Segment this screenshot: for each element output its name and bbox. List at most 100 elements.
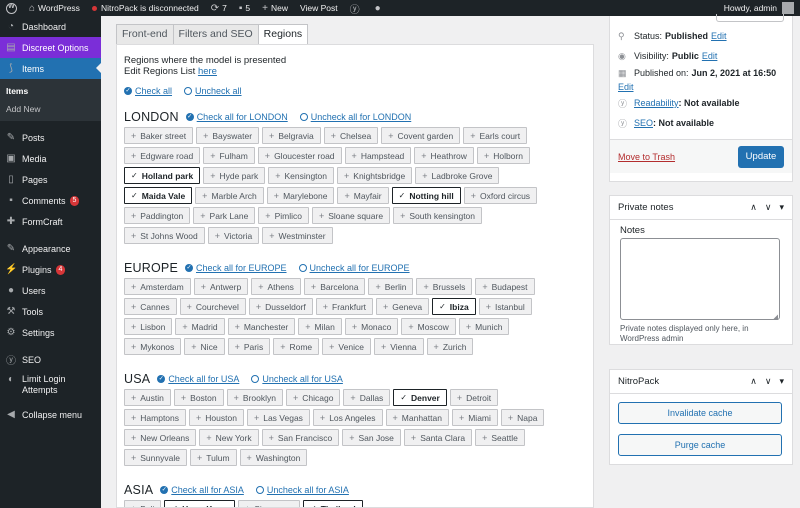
sidebar-item-seo[interactable]: ⓨ SEO — [0, 349, 101, 370]
check-all-link[interactable]: ✓ Check all — [124, 86, 172, 96]
region-tag-belgravia[interactable]: + Belgravia — [262, 127, 321, 144]
invalidate-cache-button[interactable]: Invalidate cache — [618, 402, 782, 424]
region-tag-moscow[interactable]: + Moscow — [401, 318, 456, 335]
region-tag-hamptons[interactable]: + Hamptons — [124, 409, 187, 426]
region-tag-hyde-park[interactable]: + Hyde park — [203, 167, 266, 184]
submenu-add-new[interactable]: Add New — [0, 100, 101, 118]
region-tag-monaco[interactable]: + Monaco — [344, 318, 399, 335]
region-tag-heathrow[interactable]: + Heathrow — [414, 147, 474, 164]
region-tag-hampstead[interactable]: + Hampstead — [344, 147, 412, 164]
sidebar-item-posts[interactable]: ✎ Posts — [0, 127, 101, 148]
move-up-icon[interactable]: ∧ — [750, 202, 757, 213]
region-tag-pimlico[interactable]: + Pimlico — [258, 207, 309, 224]
region-tag-berlin[interactable]: + Berlin — [368, 278, 414, 295]
tab-regions[interactable]: Regions — [257, 24, 309, 44]
preview-button[interactable] — [716, 14, 784, 22]
region-tag-kensington[interactable]: + Kensington — [268, 167, 335, 184]
check-all-region-link[interactable]: ✓ Check all for ASIA — [160, 485, 244, 495]
tab-filters-seo[interactable]: Filters and SEO — [172, 24, 259, 44]
region-tag-budapest[interactable]: + Budapest — [475, 278, 535, 295]
uncheck-all-region-link[interactable]: Uncheck all for LONDON — [299, 112, 411, 122]
move-down-icon[interactable]: ∨ — [765, 376, 772, 387]
region-tag-athens[interactable]: + Athens — [251, 278, 301, 295]
region-tag-new-orleans[interactable]: + New Orleans — [124, 429, 197, 446]
comments-link[interactable]: ▪ 5 — [233, 0, 256, 16]
resize-handle-icon[interactable]: ◢ — [773, 313, 778, 321]
sidebar-item-appearance[interactable]: ✎ Appearance — [0, 238, 101, 259]
region-tag-san-francisco[interactable]: + San Francisco — [261, 429, 340, 446]
region-tag-fulham[interactable]: + Fulham — [203, 147, 255, 164]
region-tag-manchester[interactable]: + Manchester — [227, 318, 296, 335]
region-tag-holborn[interactable]: + Holborn — [476, 147, 530, 164]
region-tag-santa-clara[interactable]: + Santa Clara — [403, 429, 473, 446]
region-tag-napa[interactable]: + Napa — [500, 409, 545, 426]
region-tag-st-johns-wood[interactable]: + St Johns Wood — [124, 227, 205, 244]
region-tag-baker-street[interactable]: + Baker street — [124, 127, 194, 144]
sidebar-item-users[interactable]: ● Users — [0, 280, 101, 301]
sidebar-item-comments[interactable]: ▪ Comments 5 — [0, 190, 101, 211]
edit-status-link[interactable]: Edit — [711, 31, 727, 41]
region-tag-bayswater[interactable]: + Bayswater — [196, 127, 260, 144]
region-tag-venice[interactable]: + Venice — [322, 338, 371, 355]
site-name-link[interactable]: ⌂ WordPress — [23, 0, 86, 16]
uncheck-all-region-link[interactable]: Uncheck all for ASIA — [255, 485, 349, 495]
uncheck-all-link[interactable]: Uncheck all — [184, 86, 242, 96]
region-tag-lisbon[interactable]: + Lisbon — [124, 318, 173, 335]
check-all-region-link[interactable]: ✓ Check all for EUROPE — [185, 263, 287, 273]
sidebar-item-discreet-options[interactable]: ▤ Discreet Options — [0, 37, 101, 58]
move-to-trash-link[interactable]: Move to Trash — [618, 152, 675, 162]
region-tag-thailand[interactable]: ✓Thailand — [302, 500, 363, 507]
region-tag-south-kensington[interactable]: + South kensington — [393, 207, 483, 224]
region-tag-sloane-square[interactable]: + Sloane square — [311, 207, 391, 224]
region-tag-washington[interactable]: + Washington — [239, 449, 308, 466]
region-tag-marble-arch[interactable]: + Marble Arch — [195, 187, 264, 204]
region-tag-vienna[interactable]: + Vienna — [373, 338, 424, 355]
region-tag-knightsbridge[interactable]: + Knightsbridge — [337, 167, 413, 184]
region-tag-istanbul[interactable]: + Istanbul — [478, 298, 532, 315]
region-tag-los-angeles[interactable]: + Los Angeles — [312, 409, 383, 426]
region-tag-gloucester-road[interactable]: + Gloucester road — [257, 147, 342, 164]
sidebar-item-pages[interactable]: ▯ Pages — [0, 169, 101, 190]
purge-cache-button[interactable]: Purge cache — [618, 434, 782, 456]
region-tag-houston[interactable]: + Houston — [189, 409, 244, 426]
region-tag-notting-hill[interactable]: ✓ Notting hill — [391, 187, 461, 204]
region-tag-seattle[interactable]: + Seattle — [475, 429, 525, 446]
edit-date-link[interactable]: Edit — [618, 82, 634, 92]
region-tag-brooklyn[interactable]: + Brooklyn — [226, 389, 283, 406]
region-tag-miami[interactable]: + Miami — [451, 409, 498, 426]
sidebar-item-collapse-menu[interactable]: ◀ Collapse menu — [0, 404, 101, 425]
region-tag-las-vegas[interactable]: + Las Vegas — [246, 409, 310, 426]
sidebar-item-settings[interactable]: ⚙ Settings — [0, 322, 101, 343]
region-tag-manhattan[interactable]: + Manhattan — [385, 409, 449, 426]
region-tag-rome[interactable]: + Rome — [273, 338, 320, 355]
region-tag-westminster[interactable]: + Westminster — [262, 227, 333, 244]
sidebar-item-formcraft[interactable]: ✚ FormCraft — [0, 211, 101, 232]
region-tag-new-york[interactable]: + New York — [199, 429, 259, 446]
sidebar-item-items[interactable]: ⟆ Items — [0, 58, 101, 79]
region-tag-covent-garden[interactable]: + Covent garden — [381, 127, 461, 144]
yoast-menu[interactable]: ⓨ — [344, 0, 369, 16]
uncheck-all-region-link[interactable]: Uncheck all for EUROPE — [298, 263, 410, 273]
region-tag-ladbroke-grove[interactable]: + Ladbroke Grove — [415, 167, 500, 184]
sidebar-item-dashboard[interactable]: ◔ Dashboard — [0, 16, 101, 37]
region-tag-tulum[interactable]: + Tulum — [189, 449, 237, 466]
check-all-region-link[interactable]: ✓ Check all for LONDON — [185, 112, 288, 122]
region-tag-park-lane[interactable]: + Park Lane — [193, 207, 256, 224]
region-tag-holland-park[interactable]: ✓ Holland park — [124, 167, 201, 184]
region-tag-denver[interactable]: ✓ Denver — [393, 389, 447, 406]
region-tag-dallas[interactable]: + Dallas — [343, 389, 391, 406]
region-tag-milan[interactable]: + Milan — [298, 318, 342, 335]
sidebar-item-limit-login-attempts[interactable]: ◐ Limit Login Attempts — [0, 370, 101, 404]
wordpress-menu[interactable] — [0, 0, 23, 16]
region-tag-chelsea[interactable]: + Chelsea — [323, 127, 379, 144]
region-tag-courchevel[interactable]: + Courchevel — [179, 298, 246, 315]
region-tag-geneva[interactable]: + Geneva — [376, 298, 430, 315]
region-tag-brussels[interactable]: + Brussels — [416, 278, 473, 295]
region-tag-frankfurt[interactable]: + Frankfurt — [315, 298, 374, 315]
new-content-link[interactable]: + New — [256, 0, 294, 16]
region-tag-barcelona[interactable]: + Barcelona — [303, 278, 366, 295]
edit-visibility-link[interactable]: Edit — [702, 51, 718, 61]
region-tag-austin[interactable]: + Austin — [124, 389, 171, 406]
move-up-icon[interactable]: ∧ — [750, 376, 757, 387]
check-all-region-link[interactable]: ✓ Check all for USA — [157, 374, 239, 384]
